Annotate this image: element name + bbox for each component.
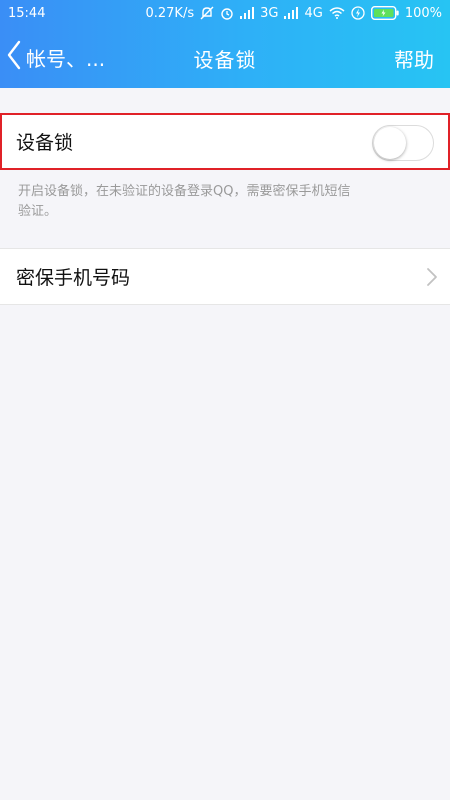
charging-icon [351,6,365,20]
network-speed: 0.27K/s [145,5,195,21]
toggle-knob [374,127,406,159]
device-lock-description: 开启设备锁，在未验证的设备登录QQ，需要密保手机短信验证。 [18,184,351,219]
battery-icon [370,6,399,20]
security-phone-row[interactable]: 密保手机号码 [0,248,450,305]
status-time: 15:44 [8,5,46,21]
battery-percent: 100% [404,5,442,21]
signal-label-4g: 4G [304,5,323,21]
wifi-icon [329,7,345,19]
nav-bar: 帐号、... 设备锁 帮助 [0,26,450,88]
signal-label-3g: 3G [260,5,279,21]
alarm-icon [220,6,234,20]
status-bar: 15:44 0.27K/s 3G 4G 100% [0,0,450,26]
header: 15:44 0.27K/s 3G 4G 100% 帐号、... 设备锁 帮助 [0,0,450,88]
help-button[interactable]: 帮助 [394,44,434,73]
device-lock-row: 设备锁 [0,113,450,170]
silent-icon [200,6,214,20]
security-phone-label: 密保手机号码 [16,267,131,289]
device-lock-toggle[interactable] [372,125,434,161]
chevron-right-icon [426,267,438,291]
signal-icon [284,7,299,19]
signal-icon [240,7,255,19]
page-title: 设备锁 [193,48,257,72]
